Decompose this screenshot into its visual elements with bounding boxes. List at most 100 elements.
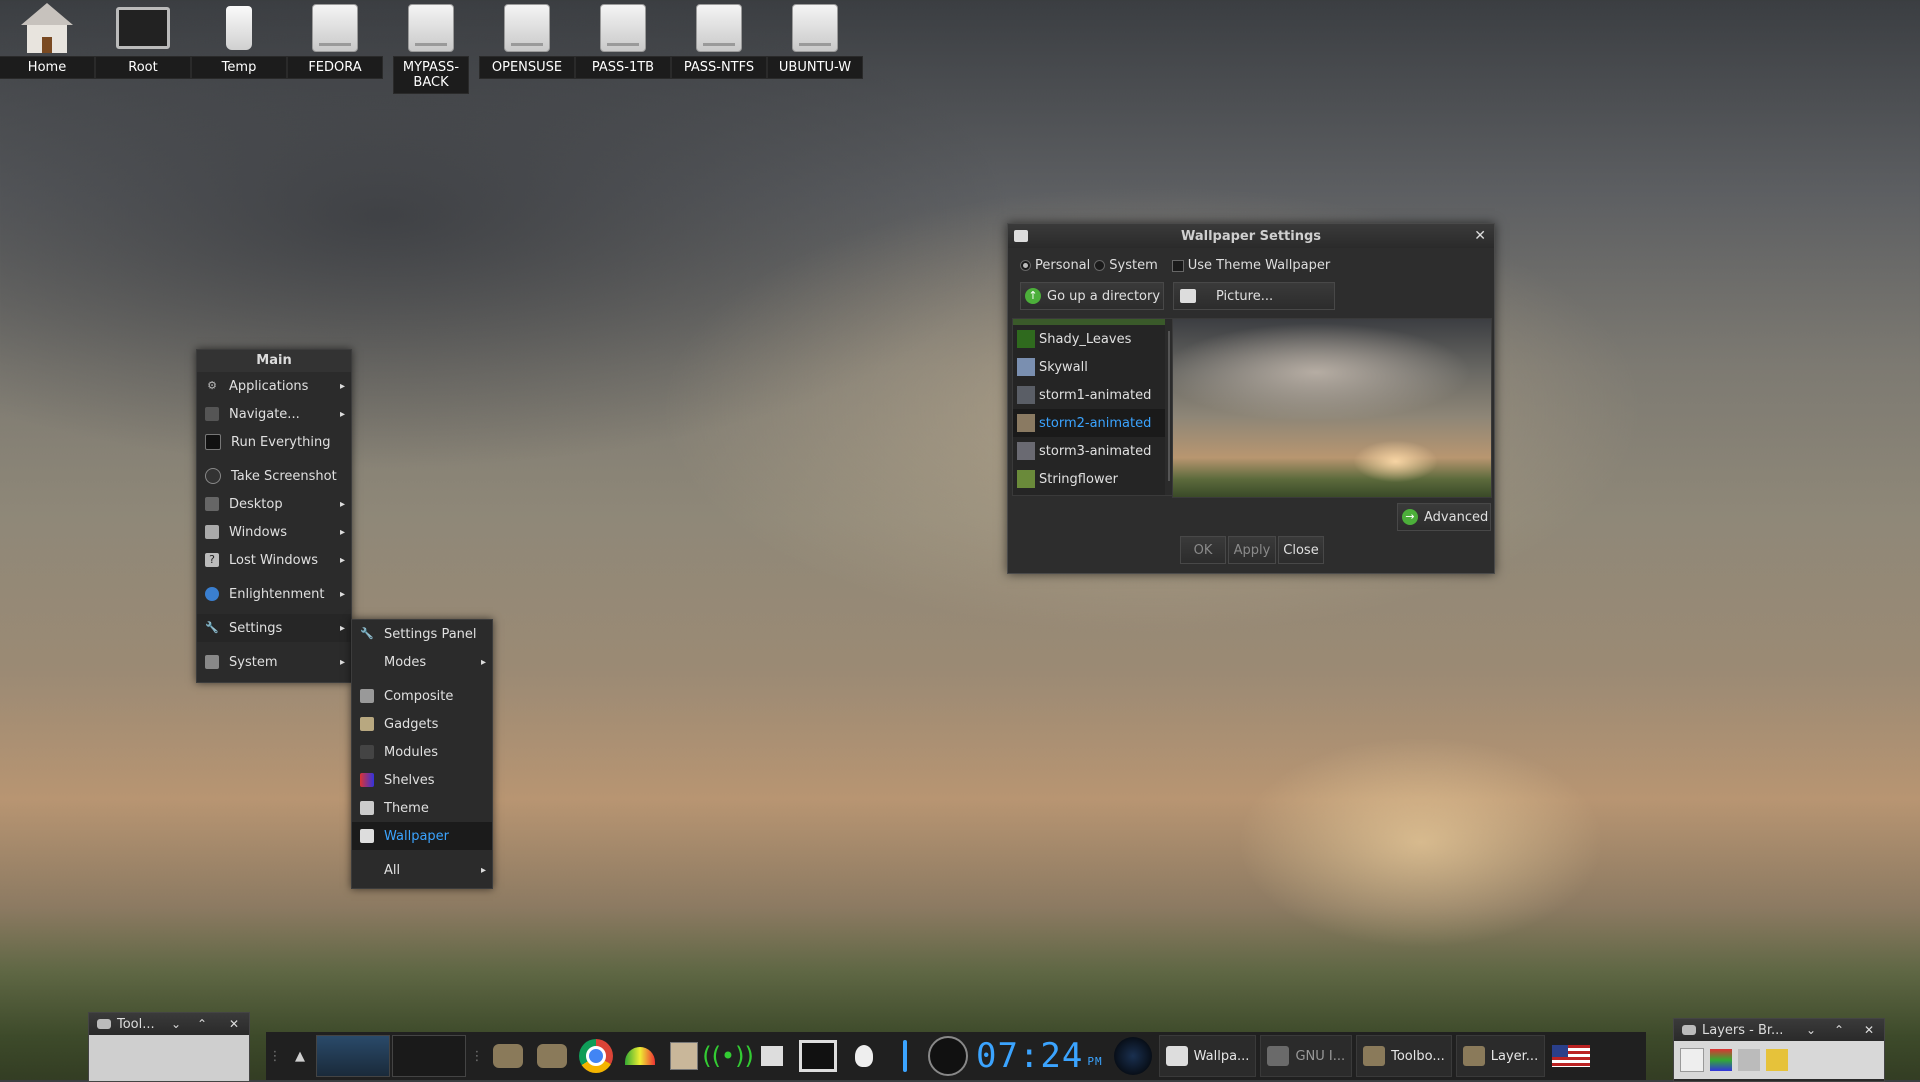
gimp-icon[interactable]: [490, 1036, 526, 1076]
apply-button[interactable]: Apply: [1228, 536, 1276, 564]
task-layers[interactable]: Layer...: [1455, 1035, 1546, 1077]
menu-item-modules[interactable]: Modules: [352, 738, 492, 766]
cpu-gauge-icon[interactable]: [928, 1036, 968, 1076]
menu-item-all[interactable]: All ▸: [352, 856, 492, 884]
list-item[interactable]: Skywall: [1013, 353, 1173, 381]
desktop-icon-bar: Home Root Temp FEDORA MYPASS-BACK OPENSU…: [0, 0, 864, 98]
menu-item-settings[interactable]: 🔧 Settings ▸: [197, 614, 351, 642]
desktop-icon-label: PASS-1TB: [575, 56, 671, 79]
desktop-icon-temp[interactable]: Temp: [191, 0, 287, 98]
shelf-handle[interactable]: ⋮: [269, 1036, 282, 1076]
desktop-icon-pass-ntfs[interactable]: PASS-NTFS: [671, 0, 767, 98]
list-item[interactable]: storm1-animated: [1013, 381, 1173, 409]
moon-icon[interactable]: [1111, 1036, 1155, 1076]
thumbnail: [1017, 470, 1035, 488]
menu-item-gadgets[interactable]: Gadgets: [352, 710, 492, 738]
close-icon[interactable]: ✕: [1864, 1023, 1874, 1037]
tool-window-titlebar[interactable]: Tool... ⌄ ⌃ ✕: [89, 1013, 249, 1035]
computer-icon[interactable]: [798, 1036, 838, 1076]
pager-desk-1[interactable]: [316, 1035, 390, 1077]
list-item[interactable]: storm3-animated: [1013, 437, 1173, 465]
menu-item-system[interactable]: System ▸: [197, 648, 351, 676]
thermometer-icon[interactable]: [890, 1036, 920, 1076]
task-toolbox[interactable]: Toolbo...: [1356, 1035, 1452, 1077]
gimp-icon: [1267, 1046, 1290, 1066]
menu-item-shelves[interactable]: Shelves: [352, 766, 492, 794]
chevron-up-icon[interactable]: ⌃: [197, 1017, 207, 1031]
use-theme-wallpaper-checkbox[interactable]: [1171, 259, 1184, 272]
menu-item-windows[interactable]: Windows ▸: [197, 518, 351, 546]
go-up-directory-button[interactable]: ↑ Go up a directory: [1020, 282, 1164, 310]
desktop-icon-label: UBUNTU-W: [767, 56, 863, 79]
lightbulb-icon[interactable]: [846, 1036, 882, 1076]
gimp-icon: [1363, 1046, 1386, 1066]
ok-button[interactable]: OK: [1180, 536, 1226, 564]
list-item-selected[interactable]: storm2-animated: [1013, 409, 1173, 437]
network-icon[interactable]: ((•)): [702, 1036, 754, 1076]
dialog-titlebar[interactable]: Wallpaper Settings ✕: [1008, 224, 1494, 248]
advanced-button[interactable]: → Advanced: [1397, 503, 1491, 531]
desktop-icon-label: MYPASS-BACK: [393, 56, 469, 94]
task-wallpaper[interactable]: Wallpa...: [1158, 1035, 1257, 1077]
main-menu: Main ⚙ Applications ▸ Navigate... ▸ Run Eve…: [196, 349, 352, 683]
menu-item-wallpaper[interactable]: Wallpaper: [352, 822, 492, 850]
desktop-icon-pass-1tb[interactable]: PASS-1TB: [575, 0, 671, 98]
menu-item-lost-windows[interactable]: ? Lost Windows ▸: [197, 546, 351, 574]
wrench-icon: 🔧: [360, 627, 374, 640]
radio-personal[interactable]: [1020, 260, 1031, 271]
menu-item-settings-panel[interactable]: 🔧 Settings Panel: [352, 620, 492, 648]
menu-item-take-screenshot[interactable]: Take Screenshot: [197, 462, 351, 490]
channels-icon[interactable]: [1710, 1049, 1732, 1071]
chevron-down-icon[interactable]: ⌄: [171, 1017, 181, 1031]
list-item[interactable]: Stringflower: [1013, 465, 1173, 493]
gimp-icon: [1682, 1025, 1696, 1035]
desktop-icon-home[interactable]: Home: [0, 0, 95, 98]
home-icon: [17, 0, 77, 56]
desktop-icon-ubuntu-w[interactable]: UBUNTU-W: [767, 0, 863, 98]
keyboard-icon[interactable]: [754, 1036, 790, 1076]
wallpaper-icon: [1014, 230, 1028, 242]
radio-system[interactable]: [1094, 260, 1106, 271]
picture-button[interactable]: Picture...: [1173, 282, 1335, 310]
task-gimp[interactable]: GNU I...: [1260, 1035, 1353, 1077]
chevron-up-icon[interactable]: ▲: [288, 1036, 312, 1076]
chevron-down-icon[interactable]: ⌄: [1806, 1023, 1816, 1037]
drive-icon: [785, 0, 845, 56]
us-flag-icon[interactable]: [1549, 1036, 1593, 1076]
menu-item-desktop[interactable]: Desktop ▸: [197, 490, 351, 518]
menu-item-composite[interactable]: Composite: [352, 682, 492, 710]
list-item[interactable]: Shady_Leaves: [1013, 325, 1173, 353]
use-theme-wallpaper-label: Use Theme Wallpaper: [1187, 258, 1331, 273]
close-icon[interactable]: ✕: [1474, 228, 1486, 244]
picture-icon: [1180, 289, 1196, 303]
pager-desk-2[interactable]: [392, 1035, 466, 1077]
chrome-icon[interactable]: [578, 1036, 614, 1076]
chevron-up-icon[interactable]: ⌃: [1834, 1023, 1844, 1037]
package-icon[interactable]: [666, 1036, 702, 1076]
paths-icon[interactable]: [1738, 1049, 1760, 1071]
menu-item-applications[interactable]: ⚙ Applications ▸: [197, 372, 351, 400]
chevron-right-icon: ▸: [339, 622, 345, 634]
menu-item-modes[interactable]: Modes ▸: [352, 648, 492, 676]
clock[interactable]: 07:24 PM: [976, 1036, 1103, 1076]
undo-icon[interactable]: [1766, 1049, 1788, 1071]
desktop-icon-fedora[interactable]: FEDORA: [287, 0, 383, 98]
close-icon[interactable]: ✕: [229, 1017, 239, 1031]
menu-item-enlightenment[interactable]: Enlightenment ▸: [197, 580, 351, 608]
gauge-icon[interactable]: [622, 1036, 658, 1076]
tool-window-content: [89, 1035, 249, 1081]
gimp-icon[interactable]: [534, 1036, 570, 1076]
close-button[interactable]: Close: [1278, 536, 1324, 564]
monitor-icon: [113, 0, 173, 56]
shelf-handle[interactable]: ⋮: [471, 1036, 484, 1076]
desktop-icon-mypass-back[interactable]: MYPASS-BACK: [384, 0, 478, 98]
layers-icon[interactable]: [1680, 1048, 1704, 1072]
menu-item-run-everything[interactable]: Run Everything: [197, 428, 351, 456]
menu-item-navigate[interactable]: Navigate... ▸: [197, 400, 351, 428]
menu-item-theme[interactable]: Theme: [352, 794, 492, 822]
gear-icon: ⚙: [207, 379, 217, 392]
desktop-icon-root[interactable]: Root: [95, 0, 191, 98]
desktop-icon-opensuse[interactable]: OPENSUSE: [479, 0, 575, 98]
camera-icon: [205, 468, 221, 484]
layers-window-titlebar[interactable]: Layers - Br... ⌄ ⌃ ✕: [1674, 1019, 1884, 1041]
